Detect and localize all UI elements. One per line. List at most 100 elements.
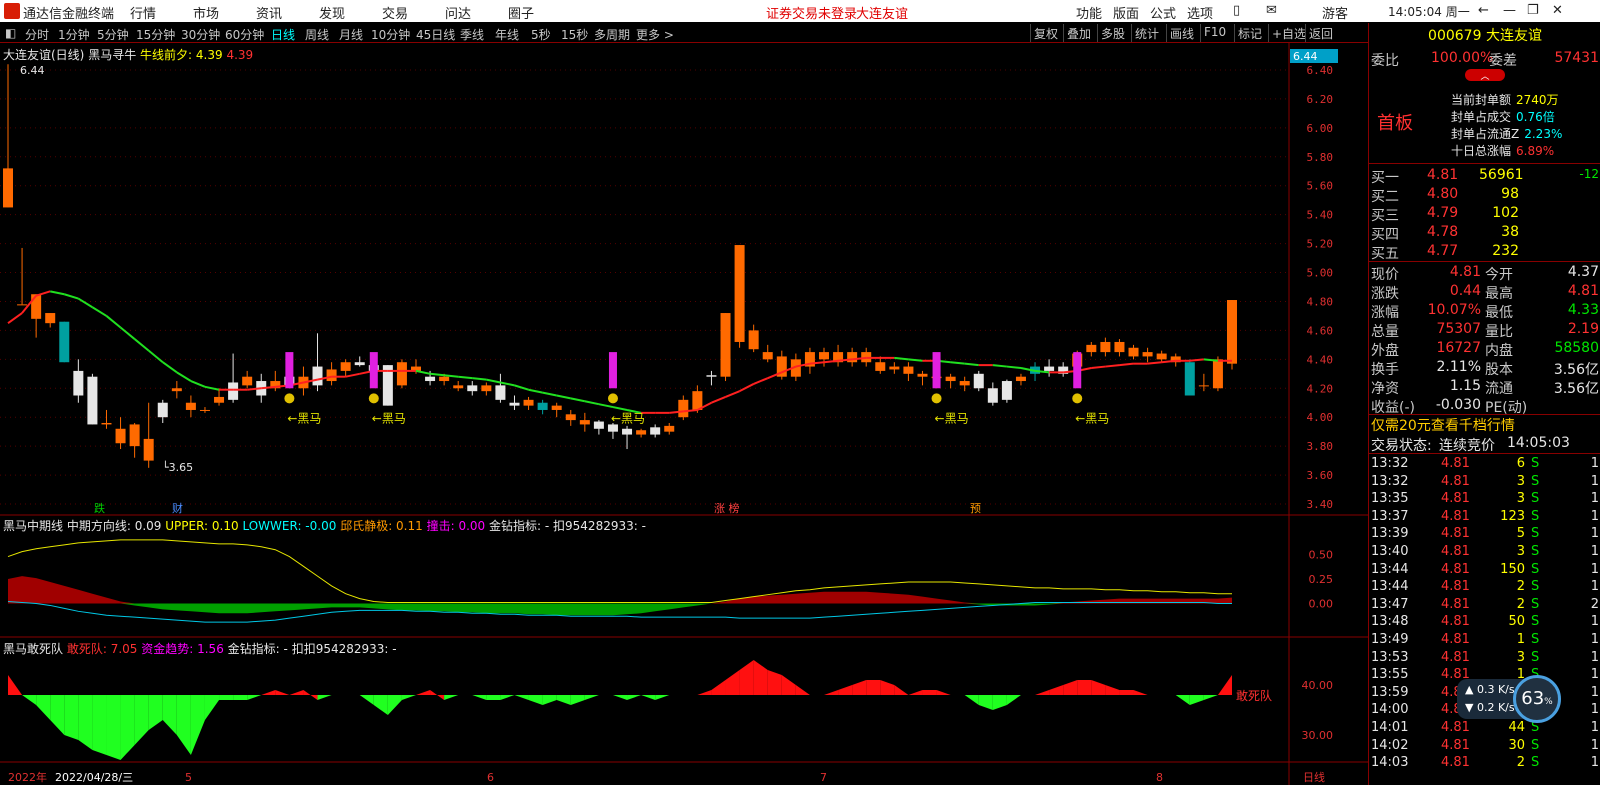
menu-circle[interactable]: 圈子 bbox=[508, 3, 534, 22]
menu-functions[interactable]: 功能 bbox=[1076, 3, 1102, 22]
candle-body[interactable] bbox=[875, 362, 886, 371]
toolbar-button[interactable]: 返回 bbox=[1305, 24, 1336, 42]
toolbar-toggle-icon[interactable]: ◧ bbox=[5, 26, 16, 40]
candle-body[interactable] bbox=[1156, 353, 1167, 360]
candle-body[interactable] bbox=[650, 427, 661, 435]
candle-body[interactable] bbox=[847, 352, 858, 363]
candle-body[interactable] bbox=[396, 362, 407, 386]
period-tab[interactable]: 5秒 bbox=[531, 26, 551, 43]
candle-body[interactable] bbox=[678, 399, 689, 418]
toolbar-button[interactable]: 复权 bbox=[1030, 24, 1061, 42]
candle-body[interactable] bbox=[481, 385, 492, 392]
menu-ask[interactable]: 问达 bbox=[445, 3, 471, 22]
candle-body[interactable] bbox=[509, 402, 520, 406]
event-tag[interactable]: 预 bbox=[970, 502, 981, 515]
toolbar-button[interactable]: 多股 bbox=[1097, 24, 1128, 42]
candle-body[interactable] bbox=[1212, 359, 1223, 389]
stock-notice[interactable]: 大连友谊 bbox=[856, 3, 908, 22]
candle-body[interactable] bbox=[1015, 376, 1026, 382]
candle-body[interactable] bbox=[903, 366, 914, 374]
candle-body[interactable] bbox=[228, 382, 239, 400]
bid-row[interactable]: 买一 4.81 56961 -12 bbox=[1369, 166, 1600, 186]
menu-quotes[interactable]: 行情 bbox=[130, 3, 156, 22]
candle-body[interactable] bbox=[73, 370, 84, 396]
period-tab[interactable]: 1分钟 bbox=[58, 26, 90, 43]
period-tab[interactable]: 日线 bbox=[271, 26, 295, 43]
menu-formula[interactable]: 公式 bbox=[1150, 3, 1176, 22]
candle-body[interactable] bbox=[101, 422, 112, 425]
candle-body[interactable] bbox=[537, 402, 548, 410]
indicator-name[interactable]: 黑马寻牛 bbox=[88, 48, 136, 62]
event-tag[interactable]: 财 bbox=[172, 501, 183, 515]
guest-user[interactable]: 游客 bbox=[1322, 3, 1348, 22]
candle-body[interactable] bbox=[987, 388, 998, 403]
period-tab[interactable]: 60分钟 bbox=[225, 26, 264, 43]
candle-body[interactable] bbox=[917, 373, 928, 377]
menu-layout[interactable]: 版面 bbox=[1113, 3, 1139, 22]
back-arrow-icon[interactable]: ← bbox=[1478, 3, 1489, 18]
period-tab[interactable]: 分时 bbox=[25, 26, 49, 43]
period-tab[interactable]: 15分钟 bbox=[136, 26, 175, 43]
candle-body[interactable] bbox=[622, 428, 633, 435]
candle-body[interactable] bbox=[1044, 366, 1055, 371]
candle-body[interactable] bbox=[129, 424, 140, 447]
period-tab[interactable]: 45日线 bbox=[416, 26, 455, 43]
candle-body[interactable] bbox=[45, 313, 56, 324]
candle-body[interactable] bbox=[734, 245, 745, 342]
candle-body[interactable] bbox=[1198, 385, 1209, 387]
candle-body[interactable] bbox=[1001, 381, 1012, 400]
candle-body[interactable] bbox=[214, 396, 225, 403]
candle-body[interactable] bbox=[636, 430, 647, 435]
candle-body[interactable] bbox=[593, 421, 604, 429]
candle-body[interactable] bbox=[340, 362, 351, 371]
candle-body[interactable] bbox=[523, 399, 534, 406]
period-tab[interactable]: 5分钟 bbox=[97, 26, 129, 43]
candle-body[interactable] bbox=[312, 366, 323, 386]
period-tab[interactable]: 月线 bbox=[339, 26, 363, 43]
candle-body[interactable] bbox=[115, 428, 126, 444]
event-tag[interactable]: 跌 bbox=[94, 501, 105, 515]
candle-body[interactable] bbox=[664, 425, 675, 432]
candle-body[interactable] bbox=[157, 402, 168, 418]
candle-body[interactable] bbox=[326, 369, 337, 382]
period-tab[interactable]: 周线 bbox=[305, 26, 329, 43]
candle-body[interactable] bbox=[3, 168, 13, 208]
bid-row[interactable]: 买五 4.77 232 bbox=[1369, 242, 1600, 262]
candle-body[interactable] bbox=[551, 405, 562, 410]
menu-discover[interactable]: 发现 bbox=[319, 3, 345, 22]
candle-body[interactable] bbox=[495, 385, 506, 400]
candle-body[interactable] bbox=[959, 381, 970, 386]
period-tab[interactable]: 15秒 bbox=[561, 26, 588, 43]
toolbar-button[interactable]: 标记 bbox=[1234, 24, 1265, 42]
candle-body[interactable] bbox=[1184, 362, 1195, 396]
candle-body[interactable] bbox=[467, 385, 478, 392]
menu-news[interactable]: 资讯 bbox=[256, 3, 282, 22]
money-bag-icon[interactable] bbox=[1072, 393, 1083, 404]
candle-body[interactable] bbox=[171, 388, 182, 392]
candle-body[interactable] bbox=[1227, 300, 1237, 364]
candle-body[interactable] bbox=[453, 385, 464, 389]
candle-body[interactable] bbox=[579, 420, 590, 425]
toolbar-button[interactable]: F10 bbox=[1200, 24, 1229, 42]
period-tab[interactable]: 更多 > bbox=[636, 26, 674, 43]
kline-chart[interactable]: 6.40 6.20 6.00 5.80 5.60 5.40 5.20 5.00 4.80 4.60… bbox=[0, 43, 1368, 785]
candle-body[interactable] bbox=[87, 376, 98, 425]
bid-row[interactable]: 买二 4.80 98 bbox=[1369, 185, 1600, 205]
event-tag[interactable]: 涨 榜 bbox=[714, 501, 740, 515]
money-bag-icon[interactable] bbox=[368, 393, 379, 404]
candle-body[interactable] bbox=[748, 330, 759, 350]
candle-body[interactable] bbox=[31, 294, 42, 319]
candle-body[interactable] bbox=[1086, 344, 1097, 353]
bid-row[interactable]: 买三 4.79 102 bbox=[1369, 204, 1600, 224]
period-tab[interactable]: 多周期 bbox=[594, 26, 630, 43]
low-indicator-name[interactable]: 黑马敢死队 bbox=[3, 642, 63, 656]
mail-icon[interactable]: ✉ bbox=[1266, 3, 1277, 18]
candle-body[interactable] bbox=[59, 321, 70, 363]
candle-body[interactable] bbox=[973, 373, 984, 389]
minimize-icon[interactable]: — bbox=[1503, 3, 1516, 18]
candle-body[interactable] bbox=[199, 409, 210, 411]
candle-body[interactable] bbox=[889, 366, 900, 370]
money-bag-icon[interactable] bbox=[284, 393, 295, 404]
candle-body[interactable] bbox=[720, 313, 731, 377]
candle-body[interactable] bbox=[1114, 341, 1125, 353]
